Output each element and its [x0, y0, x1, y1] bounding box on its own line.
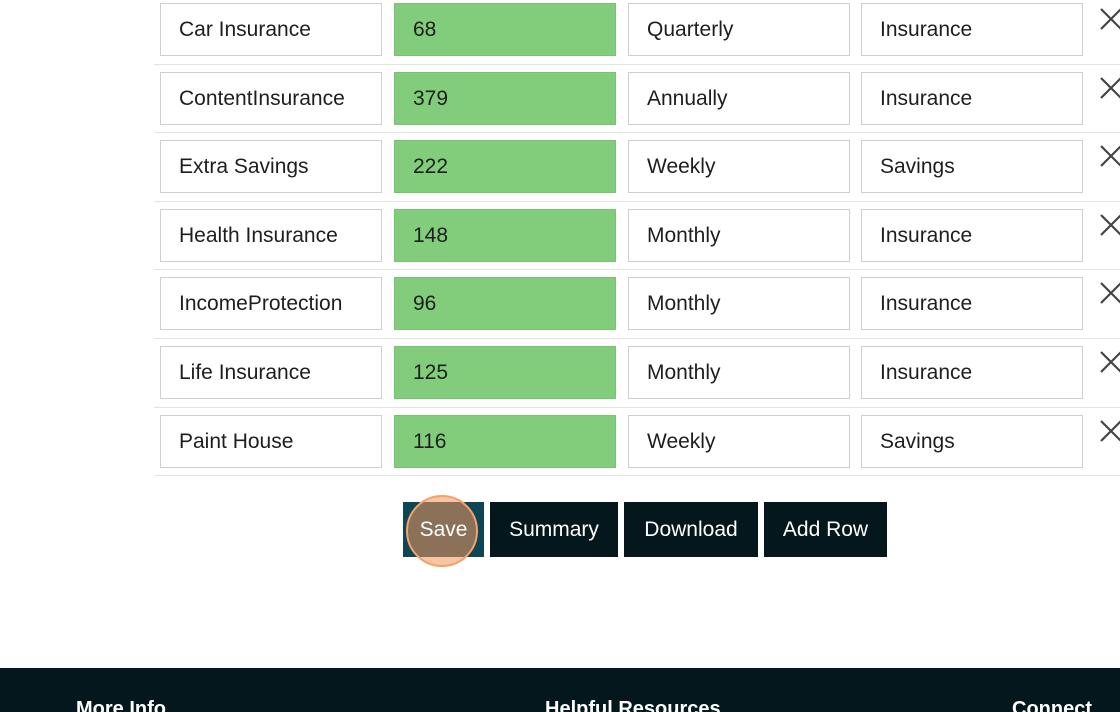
budget-page: Car Insurance 68 Quarterly Insurance Con… [0, 0, 1120, 712]
name-field[interactable]: IncomeProtection [160, 277, 382, 331]
close-icon [1100, 351, 1120, 373]
save-button[interactable]: Save [403, 502, 484, 557]
table-row: IncomeProtection 96 Monthly Insurance [154, 270, 1120, 339]
category-field[interactable]: Insurance [861, 345, 1083, 399]
category-field[interactable]: Savings [861, 140, 1083, 194]
amount-field[interactable]: 125 [394, 345, 616, 399]
add-row-button[interactable]: Add Row [764, 502, 887, 557]
name-field[interactable]: Car Insurance [160, 3, 382, 56]
footer-heading-helpful-resources: Helpful Resources [545, 698, 721, 712]
name-field[interactable]: ContentInsurance [160, 71, 382, 125]
save-button-label: Save [419, 518, 468, 541]
amount-field[interactable]: 116 [394, 414, 616, 468]
table-row: Life Insurance 125 Monthly Insurance [154, 339, 1120, 408]
name-field[interactable]: Life Insurance [160, 345, 382, 399]
category-field[interactable]: Insurance [861, 3, 1083, 56]
delete-row-button[interactable] [1098, 212, 1120, 238]
category-field[interactable]: Insurance [861, 208, 1083, 262]
delete-row-button[interactable] [1098, 418, 1120, 444]
budget-table: Car Insurance 68 Quarterly Insurance Con… [154, 0, 1120, 477]
delete-row-button[interactable] [1098, 349, 1120, 375]
table-row: Paint House 116 Weekly Savings [154, 408, 1120, 477]
amount-field[interactable]: 96 [394, 277, 616, 331]
table-row: Extra Savings 222 Weekly Savings [154, 133, 1120, 202]
delete-row-button[interactable] [1098, 75, 1120, 101]
frequency-field[interactable]: Weekly [628, 140, 850, 194]
close-icon [1100, 214, 1120, 236]
table-row: Health Insurance 148 Monthly Insurance [154, 202, 1120, 271]
category-field[interactable]: Savings [861, 414, 1083, 468]
download-button[interactable]: Download [624, 502, 758, 557]
close-icon [1100, 282, 1120, 305]
close-icon [1100, 145, 1120, 167]
amount-field[interactable]: 68 [394, 3, 616, 56]
table-row: ContentInsurance 379 Annually Insurance [154, 65, 1120, 134]
table-row: Car Insurance 68 Quarterly Insurance [154, 0, 1120, 65]
frequency-field[interactable]: Annually [628, 71, 850, 125]
summary-button[interactable]: Summary [490, 502, 618, 557]
name-field[interactable]: Paint House [160, 414, 382, 468]
amount-field[interactable]: 148 [394, 208, 616, 262]
frequency-field[interactable]: Monthly [628, 345, 850, 399]
delete-row-button[interactable] [1098, 143, 1120, 169]
frequency-field[interactable]: Monthly [628, 277, 850, 331]
name-field[interactable]: Extra Savings [160, 140, 382, 194]
name-field[interactable]: Health Insurance [160, 208, 382, 262]
footer-heading-connect: Connect [1012, 698, 1092, 712]
site-footer: More Info Helpful Resources Connect [0, 668, 1120, 712]
frequency-field[interactable]: Quarterly [628, 3, 850, 56]
amount-field[interactable]: 222 [394, 140, 616, 194]
delete-row-button[interactable] [1098, 280, 1120, 306]
frequency-field[interactable]: Monthly [628, 208, 850, 262]
delete-row-button[interactable] [1098, 6, 1120, 32]
close-icon [1100, 419, 1120, 442]
footer-heading-more-info: More Info [76, 698, 166, 712]
category-field[interactable]: Insurance [861, 277, 1083, 331]
amount-field[interactable]: 379 [394, 71, 616, 125]
category-field[interactable]: Insurance [861, 71, 1083, 125]
close-icon [1100, 76, 1120, 99]
frequency-field[interactable]: Weekly [628, 414, 850, 468]
close-icon [1100, 8, 1120, 30]
